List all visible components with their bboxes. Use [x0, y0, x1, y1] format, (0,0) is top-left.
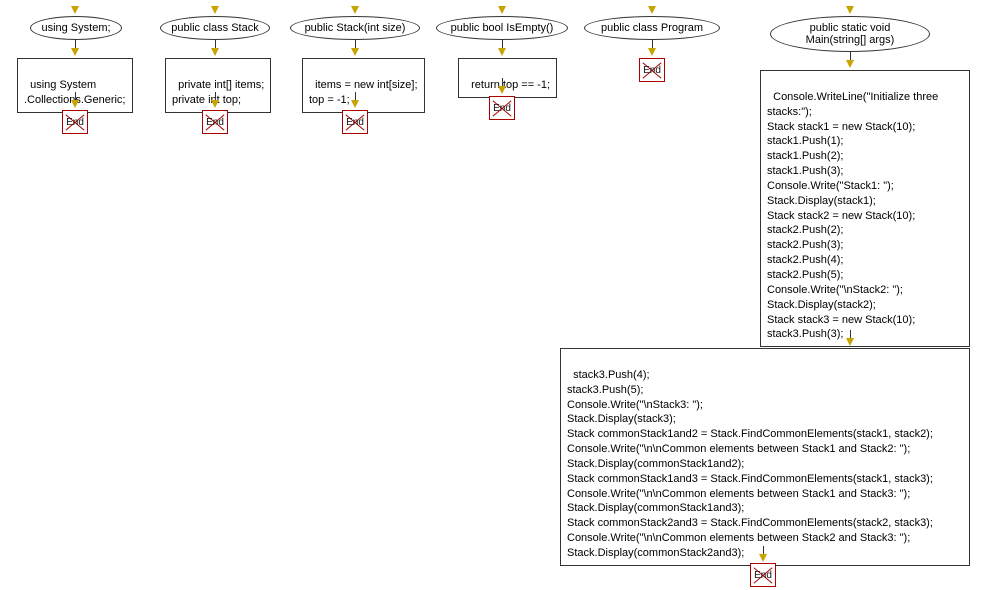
end-label: End — [346, 117, 364, 128]
start-ellipse-class-stack: public class Stack — [160, 16, 270, 40]
start-ellipse-main: public static void Main(string[] args) — [770, 16, 930, 52]
code-box-main-body-1: Console.WriteLine("Initialize three stac… — [760, 70, 970, 347]
end-node: End — [342, 110, 368, 134]
code-box-main-body-2: stack3.Push(4); stack3.Push(5); Console.… — [560, 348, 970, 566]
ellipse-label: using System; — [41, 22, 110, 34]
code-box-items-new: items = new int[size]; top = -1; — [302, 58, 425, 113]
end-label: End — [754, 570, 772, 581]
box-text: stack3.Push(4); stack3.Push(5); Console.… — [567, 369, 933, 559]
end-label: End — [66, 117, 84, 128]
box-text: return top == -1; — [471, 79, 550, 91]
ellipse-label: public Stack(int size) — [305, 22, 406, 34]
start-ellipse-using-system: using System; — [30, 16, 122, 40]
box-text: Console.WriteLine("Initialize three stac… — [767, 91, 938, 341]
end-node: End — [62, 110, 88, 134]
ellipse-label: public static void Main(string[] args) — [806, 22, 895, 46]
box-text: items = new int[size]; top = -1; — [309, 79, 418, 106]
code-box-return-top: return top == -1; — [458, 58, 557, 98]
ellipse-label: public class Stack — [171, 22, 258, 34]
end-node: End — [750, 563, 776, 587]
end-node: End — [489, 96, 515, 120]
ellipse-label: public class Program — [601, 22, 703, 34]
end-label: End — [493, 103, 511, 114]
start-ellipse-class-program: public class Program — [584, 16, 720, 40]
start-ellipse-stack-ctor: public Stack(int size) — [290, 16, 420, 40]
ellipse-label: public bool IsEmpty() — [451, 22, 554, 34]
end-label: End — [206, 117, 224, 128]
end-label: End — [643, 65, 661, 76]
end-node: End — [202, 110, 228, 134]
end-node: End — [639, 58, 665, 82]
start-ellipse-isempty: public bool IsEmpty() — [436, 16, 568, 40]
